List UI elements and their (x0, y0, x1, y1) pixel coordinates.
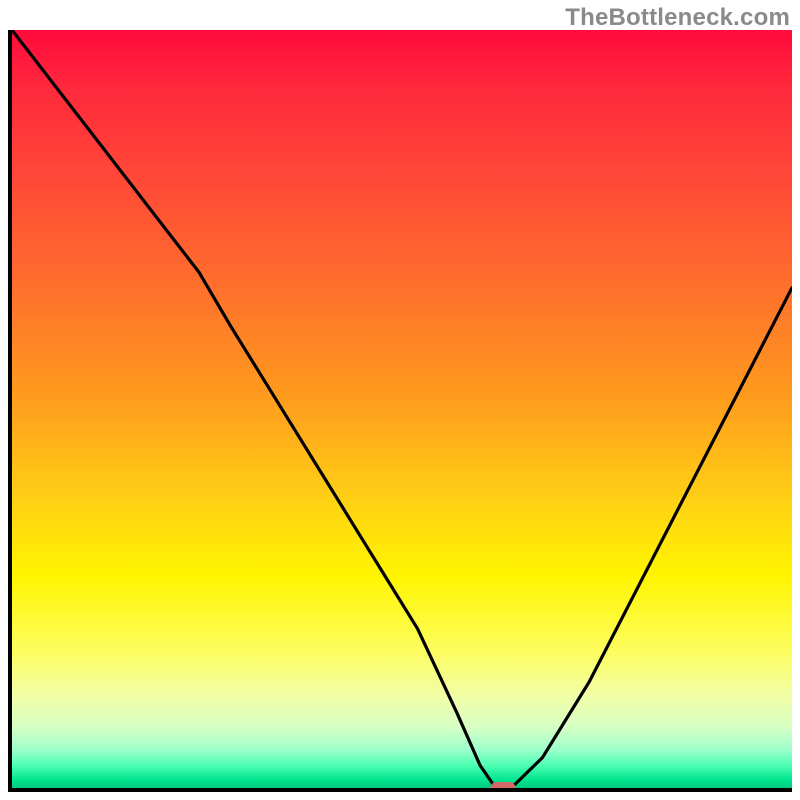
valley-marker (490, 782, 516, 792)
plot-area (8, 30, 792, 792)
chart-stage: TheBottleneck.com (0, 0, 800, 800)
chart-curve (12, 30, 792, 788)
watermark-text: TheBottleneck.com (565, 4, 790, 32)
curve-path (12, 30, 792, 788)
